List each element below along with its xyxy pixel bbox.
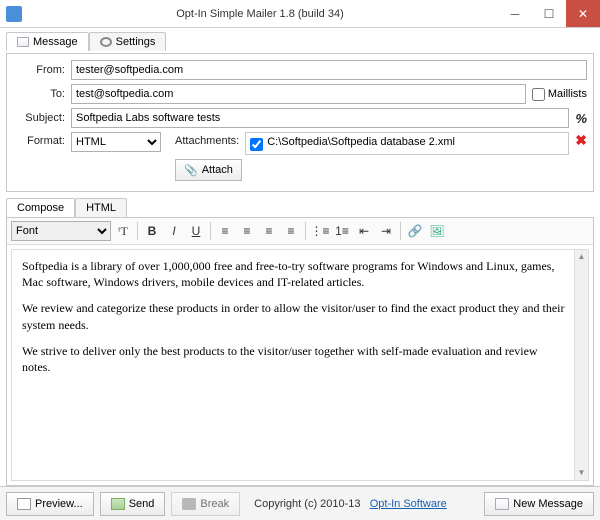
image-button[interactable]: 🖼 [427,221,447,241]
mail-icon [17,37,29,47]
subject-label: Subject: [13,112,71,124]
separator [137,222,138,240]
content-area: Message Settings From: To: Maillists Sub… [0,28,600,486]
window-buttons: ─ ☐ ✕ [498,0,600,27]
tab-settings[interactable]: Settings [89,32,167,51]
to-row: To: Maillists [13,84,587,104]
break-icon [182,498,196,510]
italic-button[interactable]: I [164,221,184,241]
align-right-button[interactable]: ≡ [259,221,279,241]
font-size-button[interactable]: ᵗT [113,221,133,241]
message-panel: From: To: Maillists Subject: % Format: H… [6,53,594,192]
tab-html[interactable]: HTML [75,198,127,217]
align-justify-button[interactable]: ≡ [281,221,301,241]
from-row: From: [13,60,587,80]
gear-icon [100,37,112,47]
editor-toolbar: Font ᵗT B I U ≡ ≡ ≡ ≡ ⋮≡ 1≡ ⇤ ⇥ 🔗 🖼 [7,218,593,245]
to-input[interactable] [71,84,526,104]
break-button[interactable]: Break [171,492,240,516]
preview-icon [17,498,31,510]
format-select[interactable]: HTML [71,132,161,152]
new-message-label: New Message [513,498,583,510]
scrollbar[interactable]: ▲ ▼ [574,250,588,480]
percent-icon[interactable]: % [575,111,587,126]
tab-message-label: Message [33,36,78,48]
bullet-list-button[interactable]: ⋮≡ [310,221,330,241]
preview-button[interactable]: Preview... [6,492,94,516]
editor-p3: We strive to deliver only the best produ… [22,343,566,375]
outdent-button[interactable]: ⇤ [354,221,374,241]
align-left-button[interactable]: ≡ [215,221,235,241]
new-message-button[interactable]: New Message [484,492,594,516]
titlebar: Opt-In Simple Mailer 1.8 (build 34) ─ ☐ … [0,0,600,28]
minimize-button[interactable]: ─ [498,0,532,27]
maximize-button[interactable]: ☐ [532,0,566,27]
attachment-checkbox[interactable] [250,138,263,151]
remove-attachment-icon[interactable]: ✖ [575,132,587,149]
break-label: Break [200,498,229,510]
scroll-down-icon[interactable]: ▼ [575,466,588,480]
attachment-path: C:\Softpedia\Softpedia database 2.xml [267,136,455,148]
tab-message[interactable]: Message [6,32,89,51]
app-icon [6,6,22,22]
attachments-label: Attachments: [161,132,245,147]
attach-btn-row: 📎 Attach [13,159,587,181]
underline-button[interactable]: U [186,221,206,241]
paperclip-icon: 📎 [184,164,198,177]
tab-settings-label: Settings [116,36,156,48]
format-col: HTML [71,132,161,152]
from-input[interactable] [71,60,587,80]
send-icon [111,498,125,510]
maillists-checkbox[interactable] [532,88,545,101]
footer-bar: Preview... Send Break Copyright (c) 2010… [0,486,600,520]
attach-button[interactable]: 📎 Attach [175,159,242,181]
editor-panel: Font ᵗT B I U ≡ ≡ ≡ ≡ ⋮≡ 1≡ ⇤ ⇥ 🔗 🖼 % So… [6,217,594,486]
attach-col: C:\Softpedia\Softpedia database 2.xml [245,132,569,155]
attachments-list[interactable]: C:\Softpedia\Softpedia database 2.xml [245,132,569,155]
separator [210,222,211,240]
window-title: Opt-In Simple Mailer 1.8 (build 34) [22,8,498,20]
number-list-button[interactable]: 1≡ [332,221,352,241]
new-message-icon [495,498,509,510]
from-label: From: [13,64,71,76]
to-label: To: [13,88,71,100]
compose-tabs: Compose HTML [6,198,594,217]
editor-textarea[interactable]: Softpedia is a library of over 1,000,000… [11,249,589,481]
vendor-link[interactable]: Opt-In Software [370,498,447,510]
maillists-label: Maillists [548,88,587,100]
subject-row: Subject: % [13,108,587,128]
send-button[interactable]: Send [100,492,166,516]
font-select[interactable]: Font [11,221,111,241]
editor-p1: Softpedia is a library of over 1,000,000… [22,258,566,290]
preview-label: Preview... [35,498,83,510]
subject-input[interactable] [71,108,569,128]
tab-compose[interactable]: Compose [6,198,75,217]
send-label: Send [129,498,155,510]
bold-button[interactable]: B [142,221,162,241]
attach-button-label: Attach [202,164,233,176]
scroll-up-icon[interactable]: ▲ [575,250,588,264]
format-label: Format: [13,132,71,147]
editor-p2: We review and categorize these products … [22,300,566,332]
link-button[interactable]: 🔗 [405,221,425,241]
format-row: Format: HTML Attachments: C:\Softpedia\S… [13,132,587,155]
close-button[interactable]: ✕ [566,0,600,27]
copyright-text: Copyright (c) 2010-13 Opt-In Software [254,498,447,510]
separator [400,222,401,240]
main-tabs: Message Settings [6,32,594,51]
separator [305,222,306,240]
indent-button[interactable]: ⇥ [376,221,396,241]
align-center-button[interactable]: ≡ [237,221,257,241]
maillists-slot: Maillists [532,88,587,101]
